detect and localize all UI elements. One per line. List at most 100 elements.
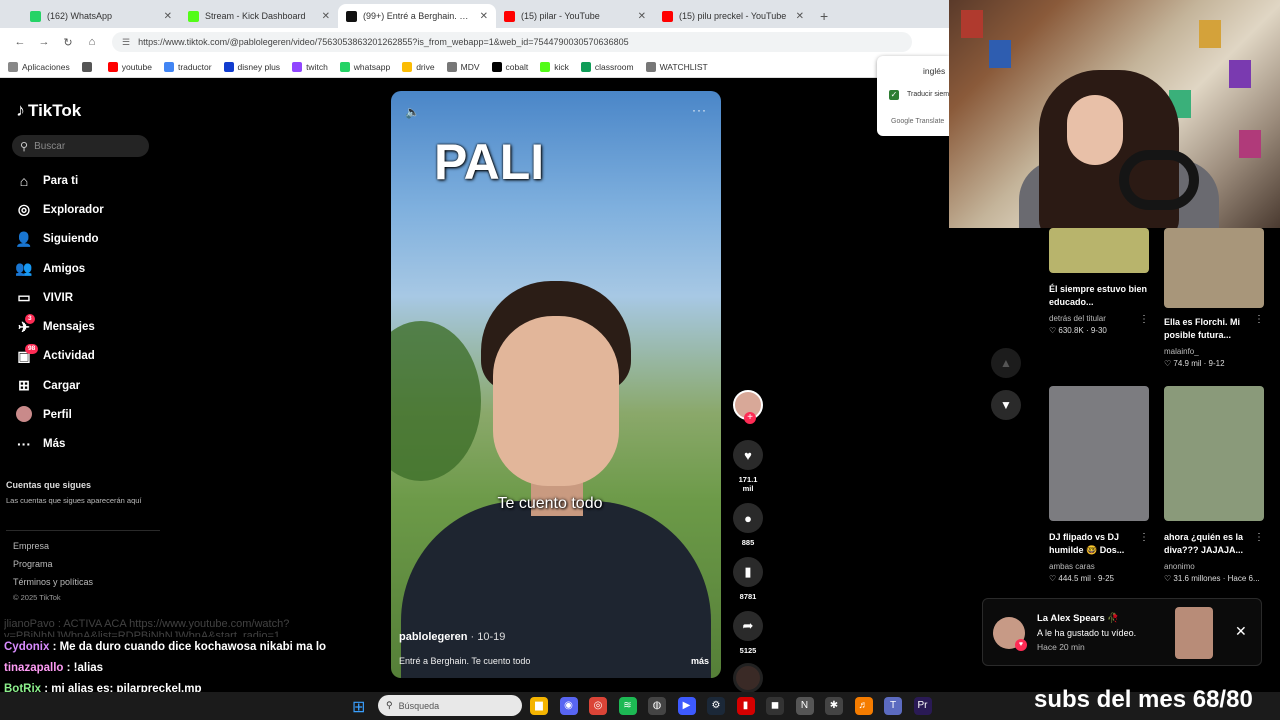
- volume-icon[interactable]: 🔈: [405, 105, 420, 119]
- sidebar-item-activity[interactable]: ▣ 98 Actividad: [15, 342, 104, 371]
- footer-link-empresa[interactable]: Empresa: [13, 540, 93, 558]
- sidebar-item-compass[interactable]: ◎ Explorador: [15, 195, 104, 224]
- video-author[interactable]: ambas caras: [1049, 562, 1149, 571]
- browser-tab[interactable]: (162) WhatsApp ✕: [22, 4, 180, 28]
- app-dark-icon[interactable]: ◼: [766, 697, 784, 715]
- chrome-icon[interactable]: ◎: [589, 697, 607, 715]
- close-tab-icon[interactable]: ✕: [164, 11, 172, 22]
- video-author[interactable]: anonimo: [1164, 562, 1264, 571]
- teams-icon[interactable]: T: [884, 697, 902, 715]
- sidebar-item-friends[interactable]: 👥 Amigos: [15, 254, 104, 283]
- more-description-button[interactable]: más: [691, 656, 709, 666]
- sidebar-item-upload[interactable]: ⊞ Cargar: [15, 371, 104, 400]
- close-icon[interactable]: ✕: [1235, 623, 1247, 640]
- video-thumbnail[interactable]: [1049, 386, 1149, 521]
- browser-tab[interactable]: Stream - Kick Dashboard ✕: [180, 4, 338, 28]
- app-red-icon[interactable]: ▮: [736, 697, 755, 715]
- share-icon[interactable]: ➦: [733, 611, 763, 641]
- bookmark-item[interactable]: MDV: [446, 61, 480, 72]
- recommended-video[interactable]: ⋮ ahora ¿quién es la diva??? JAJAJA... a…: [1164, 386, 1264, 583]
- options-icon[interactable]: ⋮: [1254, 314, 1264, 325]
- bookmark-item[interactable]: drive: [402, 61, 435, 72]
- browser-tab[interactable]: (15) pilar - YouTube ✕: [496, 4, 654, 28]
- sidebar-item-following[interactable]: 👤 Siguiendo: [15, 225, 104, 254]
- save-action[interactable]: ▮ 8781: [733, 557, 763, 601]
- heart-icon[interactable]: ♥: [733, 440, 763, 470]
- reload-icon[interactable]: ↻: [56, 36, 80, 49]
- sound-disc-icon[interactable]: [733, 663, 763, 693]
- recommended-video[interactable]: ⋮ Él siempre estuvo bien educado... detr…: [1049, 228, 1149, 335]
- site-info-icon[interactable]: ☰: [122, 37, 130, 48]
- author-avatar[interactable]: +: [733, 390, 763, 424]
- discord-icon[interactable]: ◉: [559, 697, 578, 715]
- video-thumbnail[interactable]: [1049, 228, 1149, 273]
- like-action[interactable]: ♥ 171.1 mil: [733, 440, 763, 493]
- recommended-video[interactable]: ⋮ Ella es Florchi. Mi posible futura... …: [1164, 228, 1264, 368]
- browser-tab[interactable]: (15) pilu preckel - YouTube ✕: [654, 4, 812, 28]
- bookmark-item[interactable]: twitch: [292, 61, 328, 72]
- video-thumbnail[interactable]: [1164, 386, 1264, 521]
- app-gear-icon[interactable]: ✱: [825, 697, 843, 715]
- forward-icon[interactable]: →: [32, 36, 56, 48]
- premiere-icon[interactable]: Pr: [913, 697, 932, 715]
- video-thumbnail[interactable]: [1164, 228, 1264, 308]
- steering-wheel: [1119, 150, 1199, 210]
- new-tab-button[interactable]: +: [820, 4, 828, 28]
- url-input[interactable]: ☰ https://www.tiktok.com/@pablolegeren/v…: [112, 32, 912, 52]
- steam-icon[interactable]: ⚙: [707, 697, 725, 715]
- bookmark-icon[interactable]: ▮: [733, 557, 763, 587]
- footer-link-terms[interactable]: Términos y políticas: [13, 576, 93, 594]
- follow-plus-icon[interactable]: +: [744, 412, 756, 424]
- options-icon[interactable]: ⋮: [1139, 532, 1149, 543]
- bookmark-item[interactable]: Aplicaciones: [8, 61, 70, 72]
- translate-checkbox[interactable]: ✓: [889, 90, 899, 100]
- options-icon[interactable]: ⋮: [1139, 314, 1149, 325]
- sidebar-item-more[interactable]: ··· Más: [15, 430, 104, 459]
- search-input[interactable]: ⚲ Buscar: [12, 135, 149, 157]
- close-tab-icon[interactable]: ✕: [480, 11, 488, 22]
- video-player[interactable]: 🔈 ··· PALI Te cuento todo pablolegeren ·…: [391, 91, 721, 678]
- bookmark-item[interactable]: whatsapp: [339, 61, 390, 72]
- fl-studio-icon[interactable]: ♬: [854, 697, 873, 715]
- home-browser-icon[interactable]: ⌂: [80, 36, 104, 48]
- notion-icon[interactable]: N: [795, 697, 814, 715]
- bookmark-item[interactable]: youtube: [107, 61, 152, 72]
- bookmark-item[interactable]: [81, 61, 96, 72]
- bookmark-item[interactable]: WATCHLIST: [645, 61, 708, 72]
- browser-tab[interactable]: (99+) Entré a Berghain. Mi E ✕: [338, 4, 496, 28]
- obs-icon[interactable]: ◍: [648, 697, 666, 715]
- like-notification[interactable]: ♥ La Alex Spears 🥀 A le ha gustado tu ví…: [982, 598, 1262, 666]
- recommended-video[interactable]: ⋮ DJ flipado vs DJ humilde 🤓 Dos... amba…: [1049, 386, 1149, 583]
- back-icon[interactable]: ←: [8, 36, 32, 48]
- sidebar-item-home[interactable]: ⌂ Para ti: [15, 166, 104, 195]
- footer-link-programa[interactable]: Programa: [13, 558, 93, 576]
- video-author[interactable]: detrás del titular: [1049, 314, 1149, 323]
- close-tab-icon[interactable]: ✕: [638, 11, 646, 22]
- chevron-down-icon[interactable]: ▼: [991, 390, 1021, 420]
- spotify-icon[interactable]: ≋: [618, 697, 637, 715]
- comment-action[interactable]: ● 885: [733, 503, 763, 547]
- close-tab-icon[interactable]: ✕: [796, 11, 804, 22]
- comment-icon[interactable]: ●: [733, 503, 763, 533]
- share-action[interactable]: ➦ 5125: [733, 611, 763, 655]
- bookmark-item[interactable]: classroom: [580, 61, 634, 72]
- bookmark-item[interactable]: traductor: [163, 61, 212, 72]
- bookmark-item[interactable]: cobalt: [491, 61, 528, 72]
- bookmark-item[interactable]: disney plus: [223, 61, 280, 72]
- video-more-icon[interactable]: ···: [692, 103, 707, 117]
- bookmark-item[interactable]: kick: [540, 61, 569, 72]
- options-icon[interactable]: ⋮: [1254, 532, 1264, 543]
- sidebar-item-profile[interactable]: Perfil: [15, 400, 104, 429]
- sidebar-item-live[interactable]: ▭ VIVIR: [15, 283, 104, 312]
- translate-language[interactable]: inglés: [923, 66, 945, 76]
- tiktok-logo[interactable]: ♪ TikTok: [16, 100, 81, 121]
- media-icon[interactable]: ▶: [677, 697, 696, 715]
- taskbar-search-input[interactable]: ⚲ Búsqueda: [378, 695, 522, 716]
- close-tab-icon[interactable]: ✕: [322, 11, 330, 22]
- windows-start-icon[interactable]: ⊞: [352, 697, 365, 717]
- chevron-up-icon[interactable]: ▲: [991, 348, 1021, 378]
- video-author[interactable]: malainfo_: [1164, 347, 1264, 356]
- sidebar-item-messages[interactable]: ✈ 3 Mensajes: [15, 312, 104, 341]
- video-author[interactable]: pablolegeren · 10-19: [399, 631, 505, 643]
- file-explorer-icon[interactable]: ▆: [530, 697, 548, 715]
